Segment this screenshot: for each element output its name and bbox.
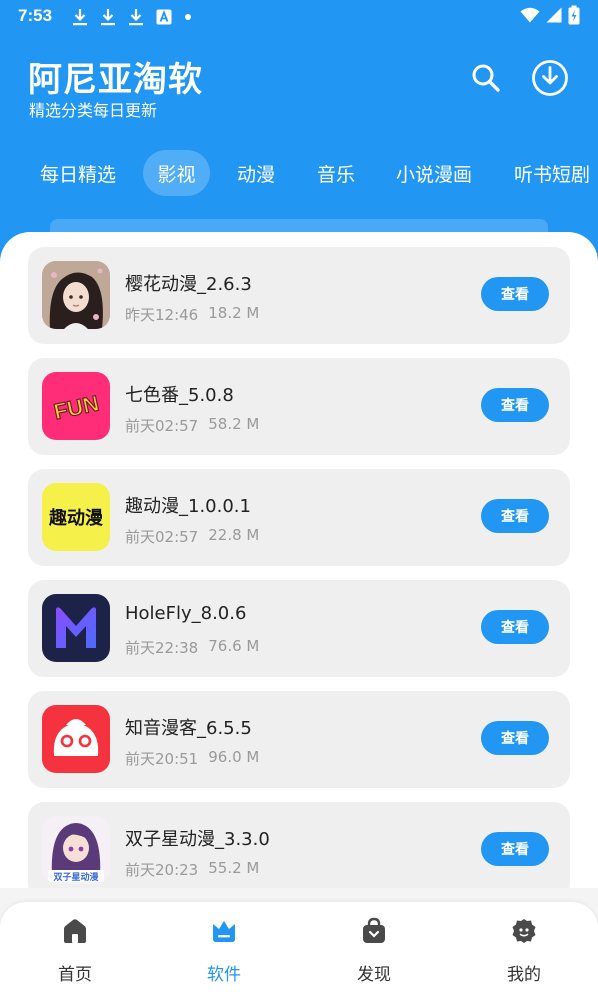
view-button[interactable]: 查看 [481, 832, 549, 866]
search-icon [470, 62, 502, 98]
home-icon [60, 916, 90, 946]
app-title: 趣动漫_1.0.0.1 [125, 496, 251, 517]
app-update-time: 前天20:51 [125, 750, 199, 768]
app-title: 知音漫客_6.5.5 [125, 718, 252, 739]
tab-music[interactable]: 音乐 [306, 150, 366, 196]
download-notification-icon [100, 8, 116, 26]
wifi-icon [520, 7, 540, 27]
fun-icon: FUN [42, 372, 110, 440]
app-update-time: 前天20:23 [125, 861, 199, 879]
nav-home-label: 首页 [58, 965, 92, 985]
app-size: 76.6 M [208, 637, 260, 655]
tab-anime[interactable]: 动漫 [226, 150, 286, 196]
font-notification-icon [156, 9, 172, 25]
app-list-sheet: 樱花动漫_2.6.3 昨天12:46 18.2 M 查看 FUN 七色番_5.0… [0, 232, 598, 998]
app-meta: 前天02:57 58.2 M [125, 415, 259, 436]
zhiyin-mascot-icon [42, 705, 110, 773]
profile-icon [509, 916, 539, 946]
nav-profile-label: 我的 [507, 965, 541, 985]
crown-icon [209, 916, 239, 946]
bag-icon [359, 916, 389, 946]
nav-software[interactable]: 软件 [174, 916, 274, 986]
app-title: 樱花动漫_2.6.3 [125, 274, 252, 295]
view-button[interactable]: 查看 [481, 499, 549, 533]
app-meta: 前天02:57 22.8 M [125, 526, 259, 547]
bottom-nav: 首页 软件 发现 我的 [0, 902, 598, 998]
nav-discover-label: 发现 [357, 965, 391, 985]
app-update-time: 昨天12:46 [125, 306, 199, 324]
sakura-anime-icon [42, 261, 110, 329]
download-notification-icon [128, 8, 144, 26]
download-icon [531, 59, 569, 101]
app-size: 18.2 M [208, 304, 260, 322]
dot-icon [184, 13, 192, 21]
app-size: 22.8 M [208, 526, 260, 544]
app-card[interactable]: 趣动漫 趣动漫_1.0.0.1 前天02:57 22.8 M 查看 [28, 469, 570, 566]
nav-software-label: 软件 [207, 965, 241, 985]
app-update-time: 前天02:57 [125, 417, 199, 435]
tab-novels-comics[interactable]: 小说漫画 [386, 150, 482, 196]
app-title: 阿尼亚淘软 [28, 60, 203, 100]
app-card[interactable]: FUN 七色番_5.0.8 前天02:57 58.2 M 查看 [28, 358, 570, 455]
qu-dongman-icon: 趣动漫 [42, 483, 110, 551]
tab-daily-picks[interactable]: 每日精选 [30, 150, 126, 196]
holefly-m-icon [42, 594, 110, 662]
app-card[interactable]: HoleFly_8.0.6 前天22:38 76.6 M 查看 [28, 580, 570, 677]
app-meta: 前天20:51 96.0 M [125, 748, 259, 769]
app-title: 七色番_5.0.8 [125, 385, 234, 406]
status-time: 7:53 [18, 6, 53, 25]
tab-movies[interactable]: 影视 [143, 150, 210, 196]
view-button[interactable]: 查看 [481, 277, 549, 311]
view-button[interactable]: 查看 [481, 388, 549, 422]
download-notification-icon [72, 8, 88, 26]
app-title: 双子星动漫_3.3.0 [125, 829, 270, 850]
app-card[interactable]: 知音漫客_6.5.5 前天20:51 96.0 M 查看 [28, 691, 570, 788]
app-size: 58.2 M [208, 415, 260, 433]
app-meta: 前天22:38 76.6 M [125, 637, 259, 658]
app-meta: 昨天12:46 18.2 M [125, 304, 259, 325]
app-size: 55.2 M [208, 859, 260, 877]
gemini-anime-icon: 双子星动漫 [42, 816, 110, 884]
notification-icons [72, 6, 192, 28]
app-card[interactable]: 双子星动漫 双子星动漫_3.3.0 前天20:23 55.2 M 查看 [28, 802, 570, 899]
tab-audiobooks-shorts[interactable]: 听书短剧 [504, 150, 598, 196]
view-button[interactable]: 查看 [481, 721, 549, 755]
app-size: 96.0 M [208, 748, 260, 766]
app-meta: 前天20:23 55.2 M [125, 859, 259, 880]
status-bar: 7:53 [0, 0, 598, 34]
nav-home[interactable]: 首页 [25, 916, 125, 986]
category-tabs: 每日精选 影视 动漫 音乐 小说漫画 听书短剧 [0, 150, 598, 196]
signal-icon [546, 7, 562, 27]
app-title: HoleFly_8.0.6 [125, 603, 247, 624]
qu-dongman-icon-text: 趣动漫 [48, 508, 104, 529]
nav-profile[interactable]: 我的 [474, 916, 574, 986]
gemini-anime-icon-text: 双子星动漫 [53, 871, 99, 883]
search-button[interactable] [466, 60, 506, 100]
view-button[interactable]: 查看 [481, 610, 549, 644]
nav-discover[interactable]: 发现 [324, 916, 424, 986]
download-button[interactable] [530, 60, 570, 100]
app-update-time: 前天02:57 [125, 528, 199, 546]
app-subtitle: 精选分类每日更新 [29, 101, 158, 120]
app-card[interactable]: 樱花动漫_2.6.3 昨天12:46 18.2 M 查看 [28, 247, 570, 344]
system-status-icons [520, 5, 580, 29]
app-update-time: 前天22:38 [125, 639, 199, 657]
battery-icon [568, 5, 580, 29]
